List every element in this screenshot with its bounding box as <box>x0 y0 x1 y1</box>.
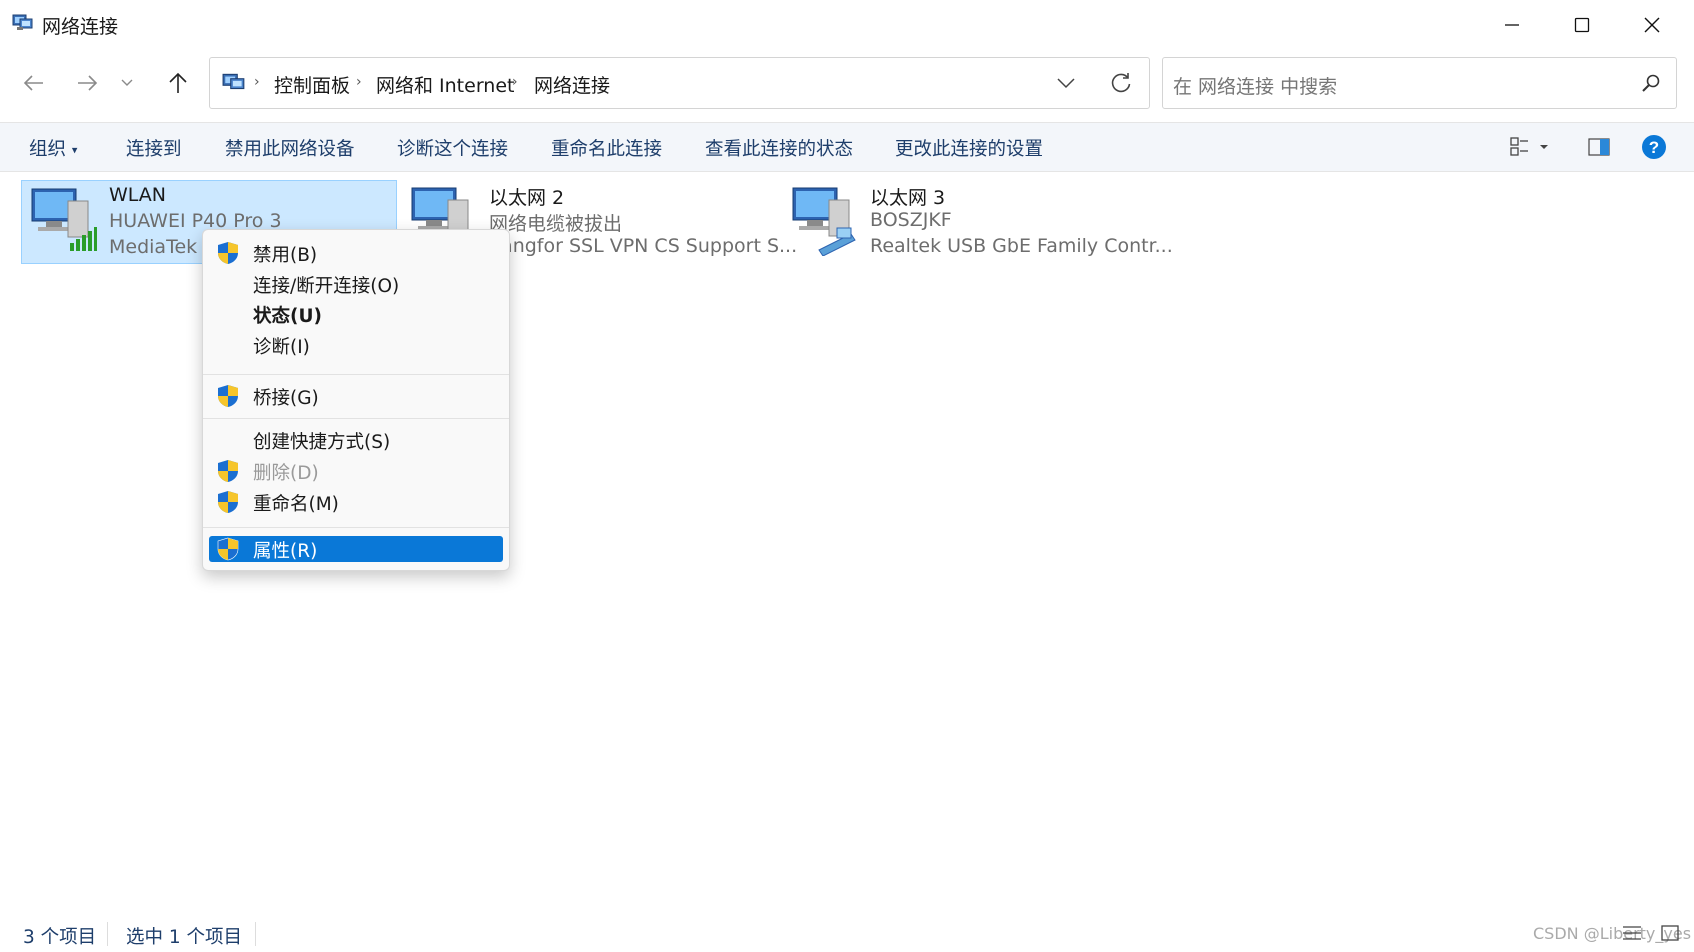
preview-pane-icon[interactable] <box>1588 137 1610 157</box>
explorer-window: 网络连接 › 控制面板 › 网络和 Internet › 网络连接 在 网络连接… <box>0 0 1694 952</box>
view-options-button[interactable] <box>1510 137 1550 157</box>
change-settings-button[interactable]: 更改此连接的设置 <box>895 135 1043 161</box>
diagnose-connection-button[interactable]: 诊断这个连接 <box>397 135 508 161</box>
search-placeholder: 在 网络连接 中搜索 <box>1173 76 1338 98</box>
menu-item-label: 禁用(B) <box>253 245 318 266</box>
help-icon[interactable]: ? <box>1641 134 1667 160</box>
breadcrumb-network-internet[interactable]: 网络和 Internet <box>376 71 514 98</box>
connection-name: 以太网 2 <box>489 187 565 209</box>
address-bar[interactable]: › 控制面板 › 网络和 Internet › 网络连接 <box>209 57 1150 109</box>
address-history-button[interactable] <box>1056 76 1076 90</box>
organize-label: 组织 <box>29 139 67 160</box>
close-icon <box>1644 17 1660 33</box>
item-count: 3 个项目 <box>23 927 97 948</box>
menu-item-label: 创建快捷方式(S) <box>253 432 391 453</box>
chevron-right-icon: › <box>254 74 260 90</box>
organize-menu[interactable]: 组织 ▾ <box>29 135 77 161</box>
menu-item-label: 状态(U) <box>253 306 322 327</box>
chevron-right-icon[interactable]: › <box>356 74 362 90</box>
uac-shield-icon <box>218 460 238 482</box>
network-location-icon <box>222 73 245 90</box>
menu-item-label: 重命名(M) <box>253 494 339 515</box>
large-icons-view-icon[interactable] <box>1660 924 1680 942</box>
connection-name: WLAN <box>109 184 167 206</box>
menu-item-create-shortcut[interactable]: 创建快捷方式(S) <box>209 427 503 453</box>
menu-item-rename[interactable]: 重命名(M) <box>209 489 503 515</box>
menu-item-delete: 删除(D) <box>209 458 503 484</box>
network-folder-icon <box>12 14 33 30</box>
close-button[interactable] <box>1620 4 1684 46</box>
menu-item-label: 属性(R) <box>253 541 318 562</box>
details-view-icon[interactable] <box>1622 924 1642 942</box>
menu-item-disable[interactable]: 禁用(B) <box>209 240 503 266</box>
connect-to-button[interactable]: 连接到 <box>126 135 182 161</box>
ethernet-adapter-icon <box>792 187 856 256</box>
up-button[interactable] <box>160 68 196 98</box>
refresh-icon[interactable] <box>1109 71 1133 95</box>
arrow-left-icon <box>23 75 43 91</box>
connection-status: BOSZJKF <box>870 209 952 231</box>
status-divider <box>107 922 108 946</box>
chevron-down-icon <box>121 79 133 86</box>
status-divider <box>255 922 256 946</box>
maximize-button[interactable] <box>1550 4 1614 46</box>
chevron-right-icon[interactable]: › <box>512 74 518 90</box>
command-bar: 组织 ▾ 连接到 禁用此网络设备 诊断这个连接 重命名此连接 查看此连接的状态 … <box>0 122 1694 172</box>
breadcrumb-network-connections[interactable]: 网络连接 <box>534 71 610 98</box>
disable-device-button[interactable]: 禁用此网络设备 <box>225 135 355 161</box>
window-title: 网络连接 <box>42 16 119 38</box>
uac-shield-icon <box>218 491 238 513</box>
breadcrumb-control-panel[interactable]: 控制面板 <box>274 71 350 98</box>
menu-item-properties[interactable]: 属性(R) <box>209 536 503 562</box>
menu-item-label: 诊断(I) <box>253 337 310 358</box>
back-button[interactable] <box>16 68 52 98</box>
menu-separator <box>203 418 509 419</box>
menu-item-label: 桥接(G) <box>253 388 319 409</box>
selection-count: 选中 1 个项目 <box>126 927 243 948</box>
maximize-icon <box>1574 17 1590 33</box>
menu-item-bridge[interactable]: 桥接(G) <box>209 383 503 409</box>
rename-connection-button[interactable]: 重命名此连接 <box>551 135 662 161</box>
title-bar: 网络连接 <box>0 0 1694 50</box>
connection-name: 以太网 3 <box>870 187 946 209</box>
menu-separator <box>203 527 509 528</box>
context-menu: 禁用(B) 连接/断开连接(O) 状态(U) 诊断(I) 桥接(G) 创建快捷方… <box>202 229 510 571</box>
connection-device: Sangfor SSL VPN CS Support S... <box>489 235 798 257</box>
uac-shield-icon <box>218 242 238 264</box>
search-icon[interactable] <box>1641 73 1661 93</box>
wifi-adapter-icon <box>31 188 97 251</box>
forward-button[interactable] <box>69 68 105 98</box>
minimize-button[interactable] <box>1480 4 1544 46</box>
menu-item-connect-disconnect[interactable]: 连接/断开连接(O) <box>209 271 503 297</box>
menu-item-status[interactable]: 状态(U) <box>209 301 503 327</box>
arrow-up-icon <box>169 72 187 93</box>
connection-item-ethernet-3[interactable]: 以太网 3 BOSZJKF Realtek USB GbE Family Con… <box>783 180 1173 264</box>
menu-item-label: 连接/断开连接(O) <box>253 276 400 297</box>
connection-device: Realtek USB GbE Family Contr... <box>870 235 1173 257</box>
search-input[interactable]: 在 网络连接 中搜索 <box>1162 57 1677 109</box>
recent-locations-button[interactable] <box>113 68 141 98</box>
minimize-icon <box>1505 24 1519 26</box>
menu-separator <box>203 374 509 375</box>
svg-text:?: ? <box>1649 138 1659 157</box>
arrow-right-icon <box>78 75 98 91</box>
uac-shield-icon <box>218 385 238 407</box>
menu-item-diagnose[interactable]: 诊断(I) <box>209 332 503 358</box>
caret-down-icon: ▾ <box>71 143 78 157</box>
uac-shield-icon <box>217 537 239 561</box>
menu-item-label: 删除(D) <box>253 463 319 484</box>
view-status-button[interactable]: 查看此连接的状态 <box>705 135 853 161</box>
